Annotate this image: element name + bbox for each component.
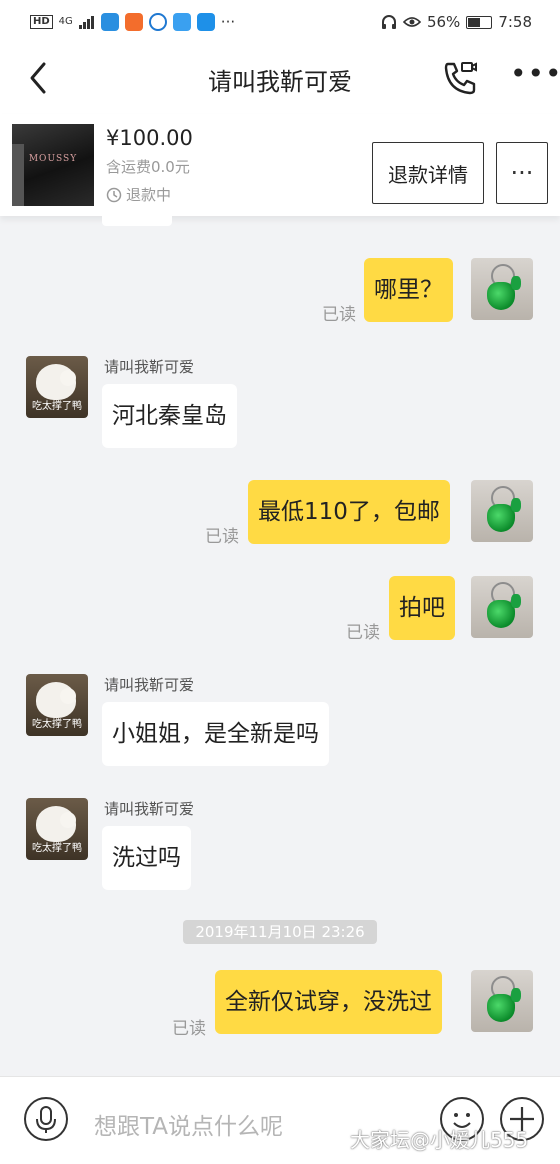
- contact-avatar[interactable]: 吃太撑了鸭: [26, 356, 88, 418]
- product-card[interactable]: MOUSSY ¥100.00 含运费0.0元 退款中 退款详情 ···: [0, 114, 560, 216]
- refund-status-label: 退款中: [126, 186, 172, 204]
- message-bubble-outgoing[interactable]: 哪里？: [364, 258, 453, 322]
- network-label: 4G: [58, 16, 73, 27]
- chat-messages[interactable]: 已读 哪里？ 吃太撑了鸭 请叫我靳可爱 河北秦皇岛 已读 最低110了，包邮 已…: [0, 216, 560, 1076]
- refund-status: 退款中: [106, 184, 171, 205]
- status-bar: HD 4G ··· 56% 7:58: [0, 0, 560, 44]
- app-notification-icon: [124, 13, 143, 31]
- sender-name: 请叫我靳可爱: [104, 800, 195, 818]
- avatar-caption: 吃太撑了鸭: [32, 843, 82, 854]
- read-receipt: 已读: [172, 1019, 206, 1039]
- message-bubble-incoming[interactable]: 洗过吗: [102, 826, 191, 890]
- message-bubble-incoming[interactable]: 小姐姐，是全新是吗: [102, 702, 329, 766]
- app-notification-icon: [172, 13, 191, 31]
- microphone-icon: [36, 1106, 56, 1133]
- more-options-button[interactable]: •••: [510, 60, 560, 92]
- previous-message-bubble: [102, 216, 172, 226]
- refund-details-button[interactable]: 退款详情: [372, 142, 484, 204]
- message-bubble-incoming[interactable]: 河北秦皇岛: [102, 384, 237, 448]
- nav-bar: 请叫我靳可爱 •••: [0, 44, 560, 114]
- read-receipt: 已读: [322, 305, 356, 325]
- clock: 7:58: [498, 13, 532, 31]
- message-input[interactable]: 想跟TA说点什么呢: [94, 1107, 283, 1141]
- garment-sleeve: [12, 144, 24, 206]
- battery-percent: 56%: [426, 13, 461, 31]
- self-avatar[interactable]: [471, 970, 533, 1032]
- headphones-icon: [381, 15, 396, 29]
- self-avatar[interactable]: [471, 258, 533, 320]
- message-bubble-outgoing[interactable]: 最低110了，包邮: [248, 480, 450, 544]
- avatar-caption: 吃太撑了鸭: [32, 401, 82, 412]
- more-notifications-icon: ···: [220, 13, 236, 31]
- voice-input-button[interactable]: [24, 1097, 68, 1141]
- contact-avatar[interactable]: 吃太撑了鸭: [26, 798, 88, 860]
- self-avatar[interactable]: [471, 576, 533, 638]
- battery-icon: [466, 15, 493, 29]
- eye-icon: [402, 17, 421, 27]
- avatar-caption: 吃太撑了鸭: [32, 719, 82, 730]
- battery-level: [468, 17, 481, 27]
- product-image[interactable]: MOUSSY: [12, 124, 94, 206]
- product-price: ¥100.00: [106, 126, 193, 150]
- contact-avatar[interactable]: 吃太撑了鸭: [26, 674, 88, 736]
- shipping-note: 含运费0.0元: [106, 158, 190, 176]
- sender-name: 请叫我靳可爱: [104, 358, 195, 376]
- read-receipt: 已读: [346, 623, 380, 643]
- message-bubble-outgoing[interactable]: 全新仅试穿，没洗过: [215, 970, 442, 1034]
- product-more-button[interactable]: ···: [496, 142, 548, 204]
- sender-name: 请叫我靳可爱: [104, 676, 195, 694]
- product-brand-print: MOUSSY: [28, 154, 78, 164]
- message-timestamp: 2019年11月10日 23:26: [183, 920, 377, 944]
- clock-icon: [106, 187, 122, 202]
- read-receipt: 已读: [205, 527, 239, 547]
- signal-icon: [78, 16, 94, 29]
- app-notification-icon: [148, 13, 167, 31]
- app-notification-icon: [100, 13, 119, 31]
- self-avatar[interactable]: [471, 480, 533, 542]
- phone-video-icon[interactable]: [440, 58, 480, 98]
- message-bubble-outgoing[interactable]: 拍吧: [389, 576, 455, 640]
- app-notification-icon: [196, 13, 215, 31]
- watermark: 大家坛@小媛儿555: [350, 1128, 529, 1152]
- hd-icon: HD: [30, 15, 53, 29]
